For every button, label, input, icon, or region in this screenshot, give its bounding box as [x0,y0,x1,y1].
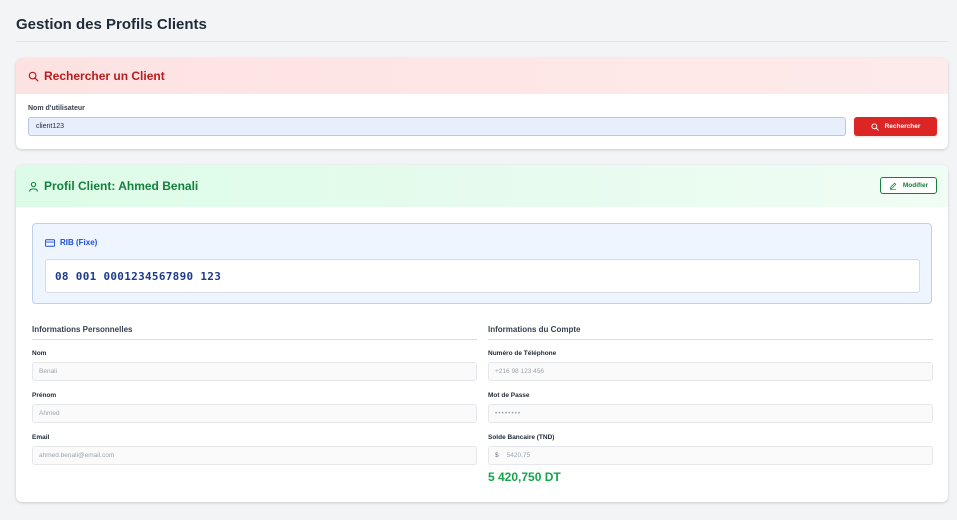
rib-title-label: RIB (Fixe) [60,238,98,247]
search-button-label: Rechercher [884,123,921,130]
credit-card-icon [45,238,55,247]
pencil-icon [889,182,897,190]
password-field[interactable]: •••••••• [488,404,933,423]
balance-label: Solde Bancaire (TND) [488,434,555,441]
prenom-label: Prénom [32,392,57,399]
balance-input-value: 5420.75 [506,452,531,459]
balance-display: 5 420,750 DT [488,470,561,484]
personal-info-title: Informations Personnelles [32,325,133,334]
prenom-field[interactable]: Ahmed [32,404,477,423]
modify-button[interactable]: Modifier [880,177,937,194]
username-label: Nom d'utilisateur [28,105,85,112]
email-field[interactable]: ahmed.benali@email.com [32,446,477,465]
phone-label: Numéro de Téléphone [488,350,557,357]
password-label: Mot de Passe [488,392,530,399]
rib-panel: RIB (Fixe) 08 001 0001234567890 123 [32,223,932,304]
dollar-icon: $ [495,452,499,459]
account-info-divider [488,339,933,340]
personal-info-divider [32,339,477,340]
nom-label: Nom [32,350,47,357]
page-title: Gestion des Profils Clients [16,16,207,33]
search-button-icon [871,122,879,131]
search-card: Rechercher un Client Nom d'utilisateur c… [16,58,948,149]
search-card-header: Rechercher un Client [16,58,948,94]
profile-card: Profil Client: Ahmed Benali Modifier RIB… [16,165,948,502]
account-info-title: Informations du Compte [488,325,581,334]
title-divider [16,41,948,42]
search-icon [28,71,39,82]
search-card-title: Rechercher un Client [44,69,165,83]
modify-button-label: Modifier [902,182,929,189]
username-input[interactable]: client123 [28,117,846,136]
email-label: Email [32,434,50,441]
phone-field[interactable]: +216 98 123 456 [488,362,933,381]
user-icon [28,181,39,192]
profile-card-title: Profil Client: Ahmed Benali [44,179,199,193]
profile-card-header: Profil Client: Ahmed Benali Modifier [16,165,948,207]
search-button[interactable]: Rechercher [854,117,937,136]
rib-value: 08 001 0001234567890 123 [45,259,920,293]
balance-field[interactable]: $ 5420.75 [488,446,933,465]
rib-title: RIB (Fixe) [45,238,97,247]
nom-field[interactable]: Benali [32,362,477,381]
